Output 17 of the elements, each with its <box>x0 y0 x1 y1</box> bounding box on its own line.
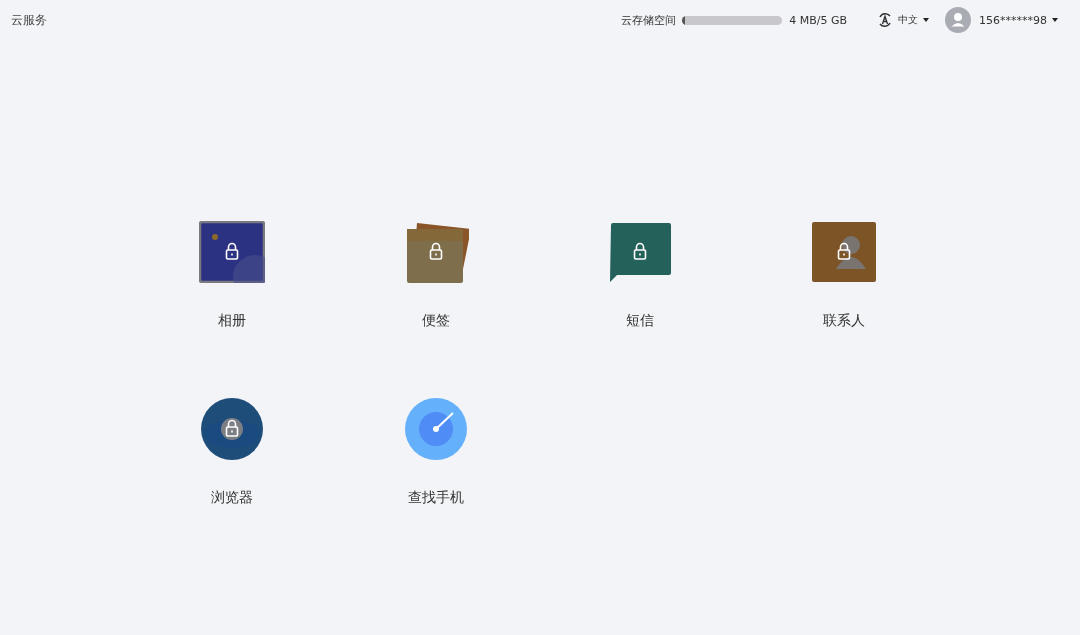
account-dropdown[interactable]: 156******98 <box>979 13 1058 27</box>
contact-card-icon[interactable] <box>811 221 877 283</box>
message-bubble-icon[interactable] <box>607 221 673 283</box>
app-label[interactable]: 相册 <box>218 312 246 330</box>
app-label[interactable]: 查找手机 <box>408 489 464 507</box>
app-label[interactable]: 便签 <box>422 312 450 330</box>
storage-label: 云存储空间 <box>621 12 677 28</box>
app-label[interactable]: 联系人 <box>823 312 865 330</box>
language-dropdown[interactable]: 中文 <box>898 13 929 27</box>
storage-reading: 4 MB/5 GB <box>789 13 847 27</box>
language-icon[interactable] <box>877 12 893 28</box>
photo-album-icon[interactable] <box>199 221 265 283</box>
radar-icon[interactable] <box>403 398 469 460</box>
app-label[interactable]: 短信 <box>626 312 654 330</box>
globe-icon[interactable] <box>199 398 265 460</box>
app-label[interactable]: 浏览器 <box>211 489 253 507</box>
page-title: 云服务 <box>11 11 47 29</box>
